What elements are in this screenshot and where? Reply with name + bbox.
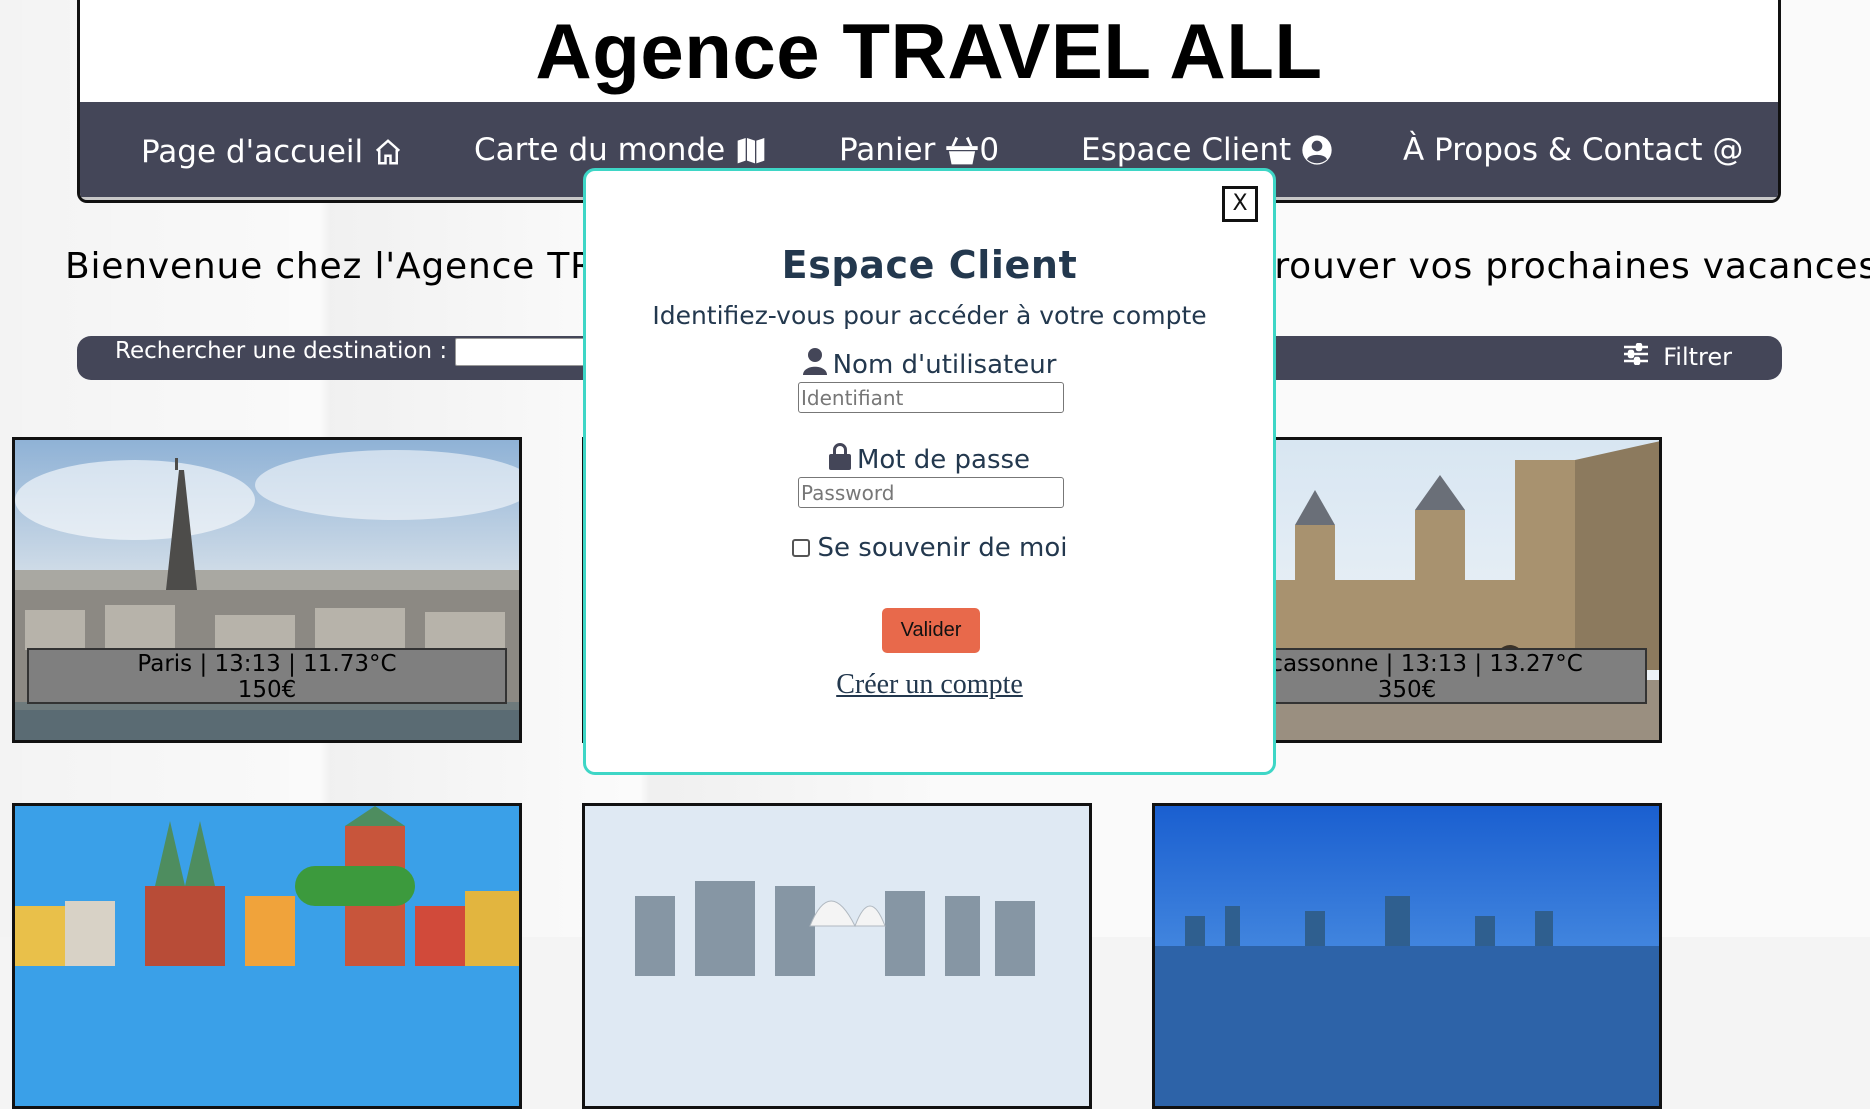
site-title: Agence TRAVEL ALL — [535, 7, 1323, 95]
nav-item-label: À Propos & Contact @ — [1403, 132, 1744, 168]
destination-image — [1155, 806, 1659, 1106]
nav-item-label: Page d'accueil — [141, 134, 364, 170]
login-modal: X Espace Client Identifiez-vous pour acc… — [583, 168, 1276, 775]
create-account-link[interactable]: Créer un compte — [586, 669, 1273, 701]
password-label: Mot de passe — [856, 444, 1031, 475]
destination-caption: Paris | 13:13 | 11.73°C 150€ — [27, 648, 507, 704]
destination-image — [15, 806, 519, 1106]
nav-item-client-space[interactable]: Espace Client — [1081, 130, 1333, 170]
nav-item-label: Carte du monde — [474, 132, 726, 168]
username-label-row: Nom d'utilisateur — [586, 347, 1273, 382]
home-icon — [373, 137, 403, 167]
filter-button[interactable]: Filtrer — [1623, 342, 1732, 372]
nav-item-cart[interactable]: Panier 0 — [839, 130, 999, 170]
remember-me-label: Se souvenir de moi — [817, 533, 1068, 563]
password-label-row: Mot de passe — [586, 442, 1273, 477]
nav-item-world-map[interactable]: Carte du monde — [474, 130, 767, 170]
modal-subtitle: Identifiez-vous pour accéder à votre com… — [652, 301, 1207, 330]
destination-card[interactable] — [582, 803, 1092, 1109]
destination-price: 150€ — [237, 677, 297, 703]
username-input[interactable] — [798, 382, 1064, 413]
password-input[interactable] — [798, 477, 1064, 508]
username-label: Nom d'utilisateur — [832, 349, 1057, 380]
modal-title: Espace Client — [781, 243, 1078, 287]
nav-item-label: Espace Client — [1081, 132, 1292, 168]
close-modal-button[interactable]: X — [1222, 186, 1258, 222]
user-icon — [802, 347, 827, 382]
destination-card[interactable] — [12, 803, 522, 1109]
submit-button[interactable]: Valider — [882, 608, 980, 653]
map-icon — [735, 134, 767, 166]
cart-count: 0 — [979, 132, 1000, 168]
destination-card[interactable]: Paris | 13:13 | 11.73°C 150€ — [12, 437, 522, 743]
filter-label: Filtrer — [1663, 343, 1732, 371]
destination-card[interactable] — [1152, 803, 1662, 1109]
remember-me-row: Se souvenir de moi — [586, 533, 1273, 563]
nav-item-about-contact[interactable]: À Propos & Contact @ — [1403, 130, 1743, 170]
remember-me-checkbox[interactable] — [791, 539, 810, 557]
user-circle-icon — [1301, 134, 1333, 166]
nav-item-home[interactable]: Page d'accueil — [141, 132, 403, 172]
destination-image — [585, 806, 1089, 1106]
lock-icon — [828, 442, 851, 477]
sliders-icon — [1623, 342, 1649, 372]
search-label: Rechercher une destination : — [115, 338, 448, 364]
nav-item-label: Panier — [839, 132, 936, 168]
basket-icon — [945, 134, 979, 166]
destination-info: Paris | 13:13 | 11.73°C — [137, 651, 397, 677]
